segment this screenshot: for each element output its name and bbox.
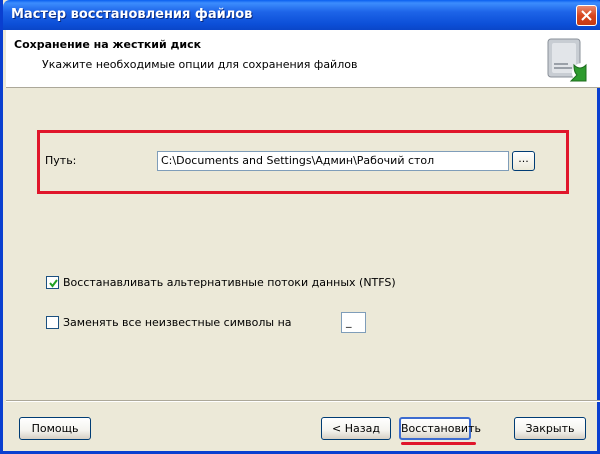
close-button[interactable]: Закрыть: [514, 417, 586, 440]
title-bar[interactable]: Мастер восстановления файлов: [3, 0, 600, 30]
alt-streams-label: Восстанавливать альтернативные потоки да…: [63, 276, 396, 289]
replace-unknown-label: Заменять все неизвестные символы на: [63, 316, 292, 329]
dialog-window: Мастер восстановления файлов Сохранение …: [0, 0, 600, 454]
header-subtitle: Укажите необходимые опции для сохранения…: [42, 58, 358, 71]
path-input[interactable]: C:\Documents and Settings\Админ\Рабочий …: [157, 151, 509, 171]
wizard-header: Сохранение на жесткий диск Укажите необх…: [6, 30, 600, 88]
restore-button[interactable]: Восстановить: [399, 417, 481, 440]
checkmark-icon: [49, 279, 58, 288]
replace-char-input[interactable]: _: [341, 312, 366, 333]
browse-button[interactable]: ...: [512, 151, 535, 171]
close-icon: [581, 10, 592, 21]
footer-divider: [6, 400, 600, 402]
restore-highlight-underline: [401, 442, 476, 445]
alt-streams-checkbox[interactable]: [46, 276, 59, 289]
window-title: Мастер восстановления файлов: [11, 7, 253, 22]
hard-drive-save-icon: [547, 38, 592, 83]
close-window-button[interactable]: [576, 5, 597, 26]
replace-unknown-option[interactable]: Заменять все неизвестные символы на: [46, 316, 292, 329]
help-button[interactable]: Помощь: [19, 417, 91, 440]
header-title: Сохранение на жесткий диск: [14, 38, 202, 51]
back-button[interactable]: < Назад: [321, 417, 391, 440]
path-label: Путь:: [45, 154, 77, 167]
replace-unknown-checkbox[interactable]: [46, 316, 59, 329]
alt-streams-option[interactable]: Восстанавливать альтернативные потоки да…: [46, 276, 396, 289]
